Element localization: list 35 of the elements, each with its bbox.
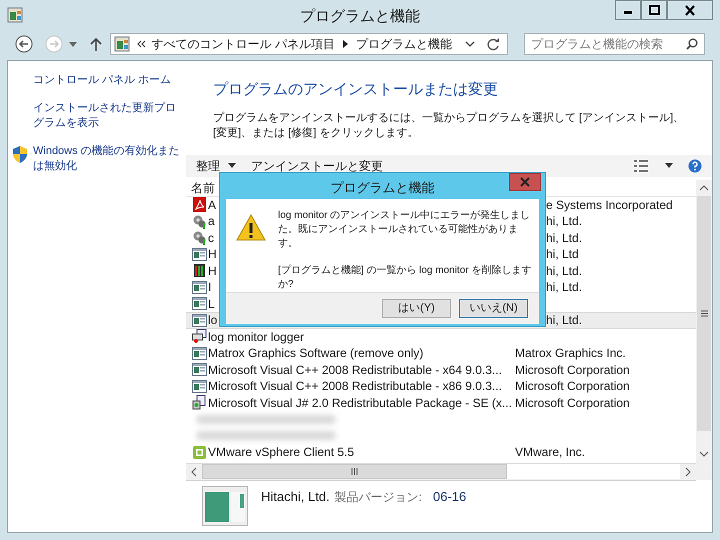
publisher-name: Hitachi, Ltd.	[261, 488, 330, 506]
program-name: Matrox Graphics Software (remove only)	[208, 345, 424, 362]
program-name: lo	[208, 312, 218, 330]
window-title: プログラムと機能	[300, 7, 420, 27]
program-name: Microsoft Visual C++ 2008 Redistributable - x64 9.0.3...	[208, 362, 502, 379]
publisher-name: e Systems Incorporated	[546, 196, 673, 214]
publisher-name: Microsoft Corporation	[515, 362, 630, 379]
publisher-name: hi, Ltd.	[546, 213, 582, 230]
program-name: log monitor logger	[208, 328, 304, 346]
program-name: I	[208, 279, 212, 296]
program-name: H	[208, 246, 217, 264]
program-name: Microsoft Visual J# 2.0 Redistributable Package - SE (x...	[208, 394, 512, 412]
version-label: 製品バージョン:	[334, 488, 422, 506]
page-heading: プログラムのアンインストールまたは変更	[213, 80, 498, 100]
program-name: H	[208, 262, 217, 280]
dialog-title: プログラムと機能	[330, 179, 434, 197]
page-description: プログラムをアンインストールするには、一覧からプログラムを選択して [アンインストール]、[変更]、または [修復] をクリックします。	[213, 110, 686, 140]
program-name: A	[208, 196, 216, 214]
program-name: VMware vSphere Client 5.5	[208, 444, 354, 462]
publisher-name: Matrox Graphics Inc.	[515, 345, 626, 362]
publisher-name: hi, Ltd.	[546, 312, 582, 330]
program-name: Microsoft Visual C++ 2008 Redistributable - x86 9.0.3...	[208, 378, 502, 396]
publisher-name: Microsoft Corporation	[515, 394, 630, 412]
program-name: L	[208, 296, 215, 313]
publisher-name: hi, Ltd	[546, 246, 579, 264]
program-name: c	[208, 230, 214, 247]
error-message: log monitor のアンインストール中にエラーが発生しました。既にアンインストールされている可能性があります。	[278, 209, 532, 251]
program-name: a	[208, 213, 215, 230]
publisher-name: hi, Ltd.	[546, 230, 582, 247]
version-value: 06-16	[433, 488, 466, 506]
confirm-question: [プログラムと機能] の一覧から log monitor を削除しますか?	[278, 264, 532, 292]
publisher-name: hi, Ltd.	[546, 262, 582, 280]
publisher-name: Microsoft Corporation	[515, 378, 630, 396]
publisher-name: hi, Ltd.	[546, 279, 582, 296]
publisher-name: VMware, Inc.	[515, 444, 586, 462]
